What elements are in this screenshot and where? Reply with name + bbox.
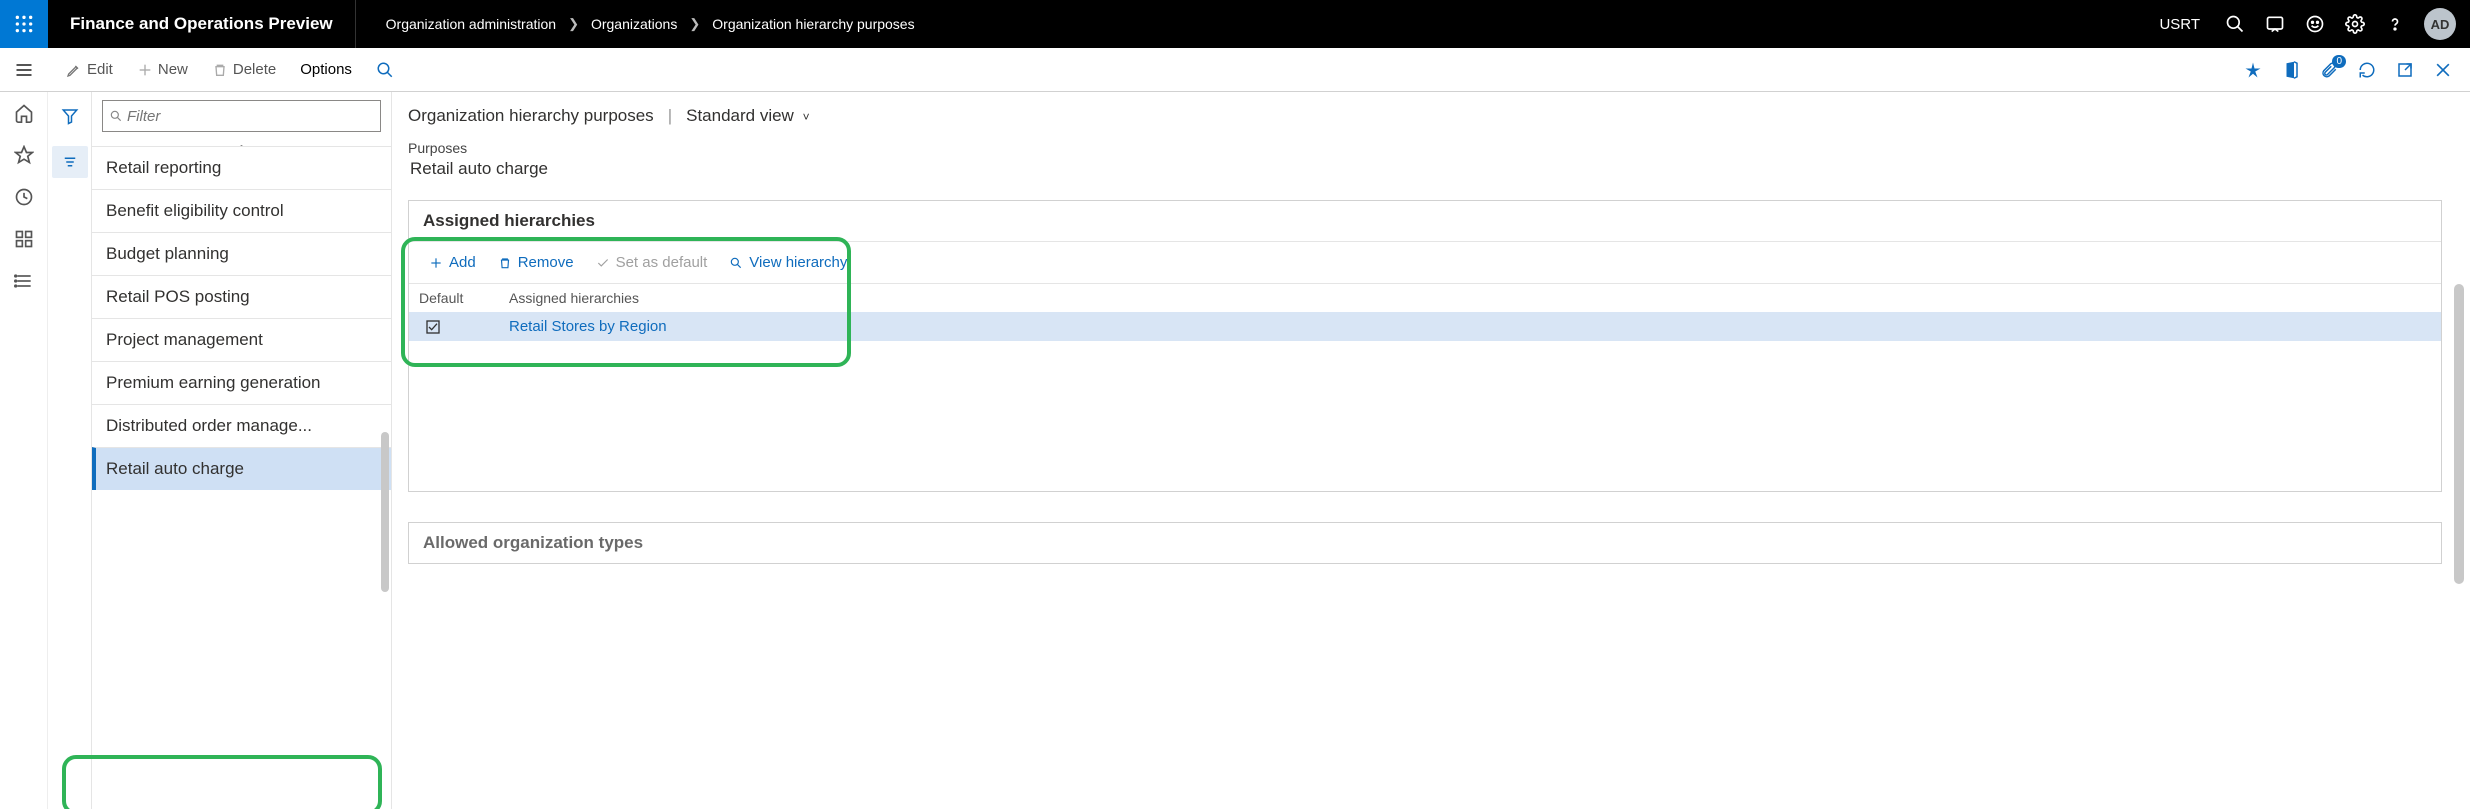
modules-icon[interactable] [13,270,35,292]
purpose-item[interactable]: Retail POS posting [92,275,391,318]
refresh-icon[interactable] [2356,59,2378,81]
home-icon[interactable] [13,102,35,124]
chevron-down-icon: ˅ [803,110,810,124]
smile-icon[interactable] [2304,13,2326,35]
attachments-button[interactable]: 0 [2318,59,2340,81]
app-launcher-button[interactable] [0,0,48,48]
plus-icon [137,62,153,78]
section-header: Assigned hierarchies [409,201,2441,242]
assigned-hierarchy-link[interactable]: Retail Stores by Region [509,318,667,335]
remove-button[interactable]: Remove [492,252,580,273]
view-hierarchy-label: View hierarchy [749,254,847,271]
search-icon [109,109,123,123]
col-default[interactable]: Default [419,290,509,306]
nav-toggle-button[interactable] [0,48,48,92]
set-default-label: Set as default [616,254,708,271]
command-bar: Edit New Delete Options [0,48,2470,92]
breadcrumb-item[interactable]: Organizations [591,16,677,32]
col-assigned[interactable]: Assigned hierarchies [509,290,2431,306]
company-code[interactable]: USRT [2159,16,2200,33]
purposes-list: Retail reportingBenefit eligibility cont… [92,146,391,809]
favorites-icon[interactable] [13,144,35,166]
attachment-count: 0 [2332,55,2346,68]
chevron-right-icon: ❯ [689,16,700,32]
trash-icon [498,256,512,270]
options-button[interactable]: Options [290,55,362,84]
default-checkbox[interactable] [419,319,509,335]
purpose-item[interactable]: Retail reporting [92,146,391,189]
check-icon [596,256,610,270]
main-header: Organization hierarchy purposes | Standa… [392,92,2442,186]
trash-icon [212,62,228,78]
add-label: Add [449,254,476,271]
purpose-item[interactable]: Budget planning [92,232,391,275]
chevron-right-icon: ❯ [568,16,579,32]
personalize-icon[interactable] [2242,59,2264,81]
body: . Retail reportingBenefit eligibility co… [0,92,2470,809]
purposes-list-pane: . Retail reportingBenefit eligibility co… [92,92,392,809]
table-row[interactable]: Retail Stores by Region [409,312,2441,341]
office-icon[interactable] [2280,59,2302,81]
command-bar-right: 0 [2242,59,2470,81]
new-label: New [158,61,188,78]
header-right: USRT AD [2159,8,2470,40]
set-default-button: Set as default [590,252,714,273]
edit-button[interactable]: Edit [56,55,123,84]
feedback-icon[interactable] [2264,13,2286,35]
filter-list-button[interactable] [52,146,88,178]
plus-icon [429,256,443,270]
popout-icon[interactable] [2394,59,2416,81]
remove-label: Remove [518,254,574,271]
section-header: Allowed organization types [409,523,2441,563]
view-label: Standard view [686,106,794,125]
filter-rail [48,92,92,809]
assigned-table: Default Assigned hierarchies Retail Stor… [409,284,2441,341]
app-title: Finance and Operations Preview [48,0,356,48]
search-icon [729,256,743,270]
separator: | [668,106,672,126]
filter-funnel-button[interactable] [52,100,88,132]
recent-icon[interactable] [13,186,35,208]
purpose-item[interactable]: Distributed order manage... [92,404,391,447]
purpose-item[interactable]: Benefit eligibility control [92,189,391,232]
main-pane: Organization hierarchy purposes | Standa… [392,92,2470,809]
filter-box[interactable] [102,100,381,132]
workspaces-icon[interactable] [13,228,35,250]
add-button[interactable]: Add [423,252,482,273]
scrollbar[interactable] [2454,284,2464,584]
view-hierarchy-button[interactable]: View hierarchy [723,252,853,273]
breadcrumb-item[interactable]: Organization administration [386,16,556,32]
purpose-item[interactable]: Retail auto charge [92,447,391,490]
purposes-field-value: Retail auto charge [408,156,628,186]
search-command[interactable] [366,55,404,85]
breadcrumb-item[interactable]: Organization hierarchy purposes [712,16,914,32]
waffle-icon [14,14,34,34]
left-nav-rail [0,92,48,809]
options-label: Options [300,61,352,78]
delete-button[interactable]: Delete [202,55,286,84]
search-icon [376,61,394,79]
view-selector[interactable]: Standard view ˅ [686,106,809,126]
page-title: Organization hierarchy purposes [408,106,654,126]
close-icon[interactable] [2432,59,2454,81]
assigned-hierarchies-section: Assigned hierarchies Add Remove Set as d… [408,200,2442,492]
scrollbar[interactable] [381,432,389,592]
delete-label: Delete [233,61,276,78]
purpose-item[interactable]: Project management [92,318,391,361]
avatar[interactable]: AD [2424,8,2456,40]
breadcrumb: Organization administration ❯ Organizati… [356,16,915,32]
new-button[interactable]: New [127,55,198,84]
top-header: Finance and Operations Preview Organizat… [0,0,2470,48]
table-header: Default Assigned hierarchies [409,284,2441,312]
pencil-icon [66,62,82,78]
filter-input[interactable] [127,108,374,125]
allowed-org-types-section: Allowed organization types [408,522,2442,564]
search-icon[interactable] [2224,13,2246,35]
purpose-item[interactable]: Premium earning generation [92,361,391,404]
edit-label: Edit [87,61,113,78]
gear-icon[interactable] [2344,13,2366,35]
section-toolbar: Add Remove Set as default View hierarchy [409,242,2441,284]
purposes-field-label: Purposes [408,140,2442,156]
help-icon[interactable] [2384,13,2406,35]
